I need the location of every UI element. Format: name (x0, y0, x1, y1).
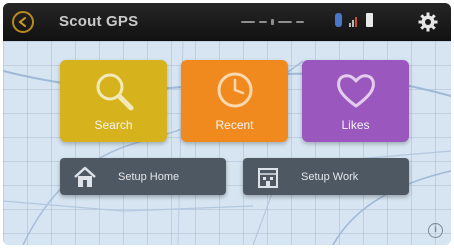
office-icon (255, 164, 281, 190)
settings-button[interactable] (416, 10, 440, 34)
heart-icon (333, 68, 379, 114)
magnifier-icon (91, 68, 137, 114)
status-bar: Scout GPS (3, 3, 451, 41)
likes-label: Likes (341, 118, 370, 132)
setup-work-button[interactable]: Setup Work (243, 158, 409, 195)
recent-label: Recent (215, 118, 254, 132)
back-button[interactable] (12, 11, 34, 33)
home-icon (72, 164, 98, 190)
signal-icon (349, 13, 359, 27)
battery-icon (366, 13, 373, 27)
info-button[interactable]: i (428, 223, 443, 238)
app-title: Scout GPS (59, 13, 139, 30)
device-screen: Scout GPS Search Recent Likes Setup Home… (3, 3, 451, 245)
bluetooth-icon (335, 13, 342, 27)
likes-tile[interactable]: Likes (302, 60, 409, 142)
setup-home-label: Setup Home (118, 170, 180, 183)
clock-icon (212, 68, 258, 114)
search-tile[interactable]: Search (60, 60, 167, 142)
recent-tile[interactable]: Recent (181, 60, 288, 142)
search-label: Search (94, 118, 133, 132)
status-icons (335, 13, 373, 27)
gear-icon (418, 12, 438, 32)
setup-work-label: Setup Work (301, 170, 359, 183)
turn-indicator (241, 16, 307, 28)
setup-home-button[interactable]: Setup Home (60, 158, 226, 195)
back-arrow-icon (18, 17, 26, 27)
